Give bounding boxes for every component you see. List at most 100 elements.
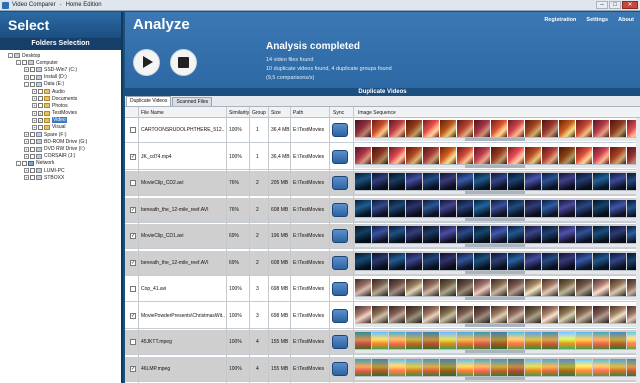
- tree-node[interactable]: + Audio: [0, 88, 121, 95]
- expand-icon[interactable]: +: [32, 89, 37, 95]
- nav-settings[interactable]: Settings: [586, 17, 608, 23]
- tree-node[interactable]: + Documents: [0, 95, 121, 102]
- table-row[interactable]: 45JKTT.mpeg 100% 4 155 MB E:\TestMovies: [125, 330, 640, 355]
- tree-node[interactable]: + Spare (F:): [0, 131, 121, 138]
- sync-button[interactable]: [332, 282, 348, 296]
- row-checkbox[interactable]: ✓: [130, 206, 136, 213]
- tree-node[interactable]: + ✓ Video: [0, 117, 121, 124]
- sync-button[interactable]: [332, 255, 348, 270]
- expand-icon[interactable]: +: [32, 124, 37, 130]
- sync-button[interactable]: [332, 149, 348, 164]
- table-row[interactable]: ✓ MovieClip_CD1.avi 69% 2 196 MB E:\TestMovie…: [125, 224, 640, 249]
- sync-button[interactable]: [332, 202, 348, 217]
- sync-button[interactable]: [332, 335, 348, 349]
- tree-node[interactable]: + Install (D:): [0, 74, 121, 81]
- tree-node[interactable]: + BD-ROM Drive (G:): [0, 138, 121, 145]
- sequence-scrollbar[interactable]: [355, 296, 637, 300]
- collapse-icon[interactable]: -: [16, 160, 21, 166]
- grid-scrollbar[interactable]: [636, 118, 640, 383]
- expand-icon[interactable]: +: [32, 103, 37, 109]
- tree-checkbox[interactable]: [30, 74, 35, 80]
- table-row[interactable]: ✓ 46LMP.mpeg 100% 4 155 MB E:\TestMovies: [125, 356, 640, 382]
- row-checkbox[interactable]: ✓: [130, 233, 136, 239]
- tree-node[interactable]: - Data (E:): [0, 81, 121, 88]
- stop-button[interactable]: [171, 50, 196, 75]
- tree-checkbox[interactable]: [38, 103, 43, 109]
- tree-checkbox[interactable]: [30, 81, 35, 87]
- sequence-scrollbar[interactable]: [355, 243, 637, 247]
- tree-node[interactable]: - Desktop: [0, 52, 121, 59]
- nav-registration[interactable]: Registration: [544, 17, 576, 23]
- tree-checkbox[interactable]: ✓: [38, 117, 43, 123]
- tree-node[interactable]: + Photos: [0, 102, 121, 109]
- tree-node[interactable]: - Network: [0, 160, 121, 167]
- nav-about[interactable]: About: [618, 17, 634, 23]
- expand-icon[interactable]: +: [24, 168, 29, 174]
- expand-icon[interactable]: +: [24, 146, 29, 152]
- tree-node[interactable]: + CORSAIR (J:): [0, 153, 121, 160]
- tree-checkbox[interactable]: [22, 60, 27, 66]
- expand-icon[interactable]: +: [32, 117, 37, 123]
- tree-checkbox[interactable]: [30, 132, 35, 138]
- tree-node[interactable]: + SSD-Win7 (C:): [0, 66, 121, 73]
- minimize-icon[interactable]: –: [596, 1, 608, 9]
- collapse-icon[interactable]: -: [16, 60, 21, 66]
- close-icon[interactable]: ✕: [622, 1, 638, 9]
- sync-button[interactable]: [332, 361, 348, 376]
- sequence-scrollbar[interactable]: [355, 216, 637, 221]
- tree-node[interactable]: - Computer: [0, 59, 121, 66]
- tab-scanned-files[interactable]: Scanned Files: [172, 97, 213, 106]
- row-checkbox[interactable]: [130, 286, 136, 292]
- tree-node[interactable]: + DVD RW Drive (I:): [0, 145, 121, 152]
- sequence-scrollbar[interactable]: [355, 322, 637, 327]
- col-sync[interactable]: Sync: [333, 110, 344, 116]
- sequence-scrollbar[interactable]: [355, 375, 637, 380]
- tree-checkbox[interactable]: [38, 96, 43, 102]
- expand-icon[interactable]: +: [24, 74, 29, 80]
- expand-icon[interactable]: +: [24, 175, 29, 181]
- row-checkbox[interactable]: ✓: [130, 153, 136, 160]
- col-path[interactable]: Path: [293, 110, 303, 116]
- tree-checkbox[interactable]: [30, 146, 35, 152]
- row-checkbox[interactable]: ✓: [130, 365, 136, 372]
- table-row[interactable]: ✓ beneath_the_12-mile_reef.AVI 76% 2 608 MB E…: [125, 197, 640, 223]
- row-checkbox[interactable]: [130, 180, 136, 186]
- table-row[interactable]: CARTOONSRUDOLPHTHERE_512... 100% 1 36,4 MB E…: [125, 118, 640, 143]
- play-button[interactable]: [134, 50, 159, 75]
- table-row[interactable]: MovieClip_CD2.avi 76% 2 205 MB E:\TestMovies: [125, 171, 640, 196]
- tree-node[interactable]: + LUMI-PC: [0, 167, 121, 174]
- tree-checkbox[interactable]: [30, 168, 35, 174]
- col-group[interactable]: Group: [252, 110, 266, 116]
- sync-button[interactable]: [332, 176, 348, 190]
- table-row[interactable]: ✓ MoviePowderPresents\ChristmasWit... 100%…: [125, 303, 640, 329]
- table-row[interactable]: ✓ beneath_the_12-mile_reef.AVI 69% 2 608 MB E…: [125, 250, 640, 276]
- sequence-scrollbar[interactable]: [355, 349, 637, 353]
- tree-node[interactable]: + STBOXX: [0, 174, 121, 181]
- expand-icon[interactable]: +: [24, 132, 29, 138]
- row-checkbox[interactable]: ✓: [130, 312, 136, 319]
- tree-checkbox[interactable]: [22, 160, 27, 166]
- table-row[interactable]: Cop_41.avi 100% 3 698 MB E:\TestMovies: [125, 277, 640, 302]
- expand-icon[interactable]: +: [24, 153, 29, 159]
- tree-node[interactable]: + ✓ TestMovies: [0, 110, 121, 117]
- tree-checkbox[interactable]: [30, 139, 35, 145]
- col-similarity[interactable]: Similarity: [229, 110, 249, 116]
- row-checkbox[interactable]: ✓: [130, 259, 136, 266]
- col-image-sequence[interactable]: Image Sequence: [358, 110, 396, 116]
- tab-duplicate-videos[interactable]: Duplicate Videos: [126, 96, 172, 106]
- expand-icon[interactable]: +: [32, 110, 37, 116]
- expand-icon[interactable]: +: [32, 96, 37, 102]
- expand-icon[interactable]: +: [24, 67, 29, 73]
- tree-checkbox[interactable]: [30, 153, 35, 159]
- sequence-scrollbar[interactable]: [355, 137, 637, 141]
- sequence-scrollbar[interactable]: [355, 269, 637, 274]
- sequence-scrollbar[interactable]: [355, 163, 637, 168]
- table-row[interactable]: ✓ JK_cd74.mp4 100% 1 36,4 MB E:\TestMovies: [125, 144, 640, 170]
- sync-button[interactable]: [332, 229, 348, 243]
- maximize-icon[interactable]: □: [609, 1, 621, 9]
- tree-checkbox[interactable]: ✓: [38, 110, 43, 116]
- collapse-icon[interactable]: -: [24, 81, 29, 87]
- sequence-scrollbar[interactable]: [355, 190, 637, 194]
- col-file-name[interactable]: File Name: [141, 110, 164, 116]
- tree-checkbox[interactable]: [38, 124, 43, 130]
